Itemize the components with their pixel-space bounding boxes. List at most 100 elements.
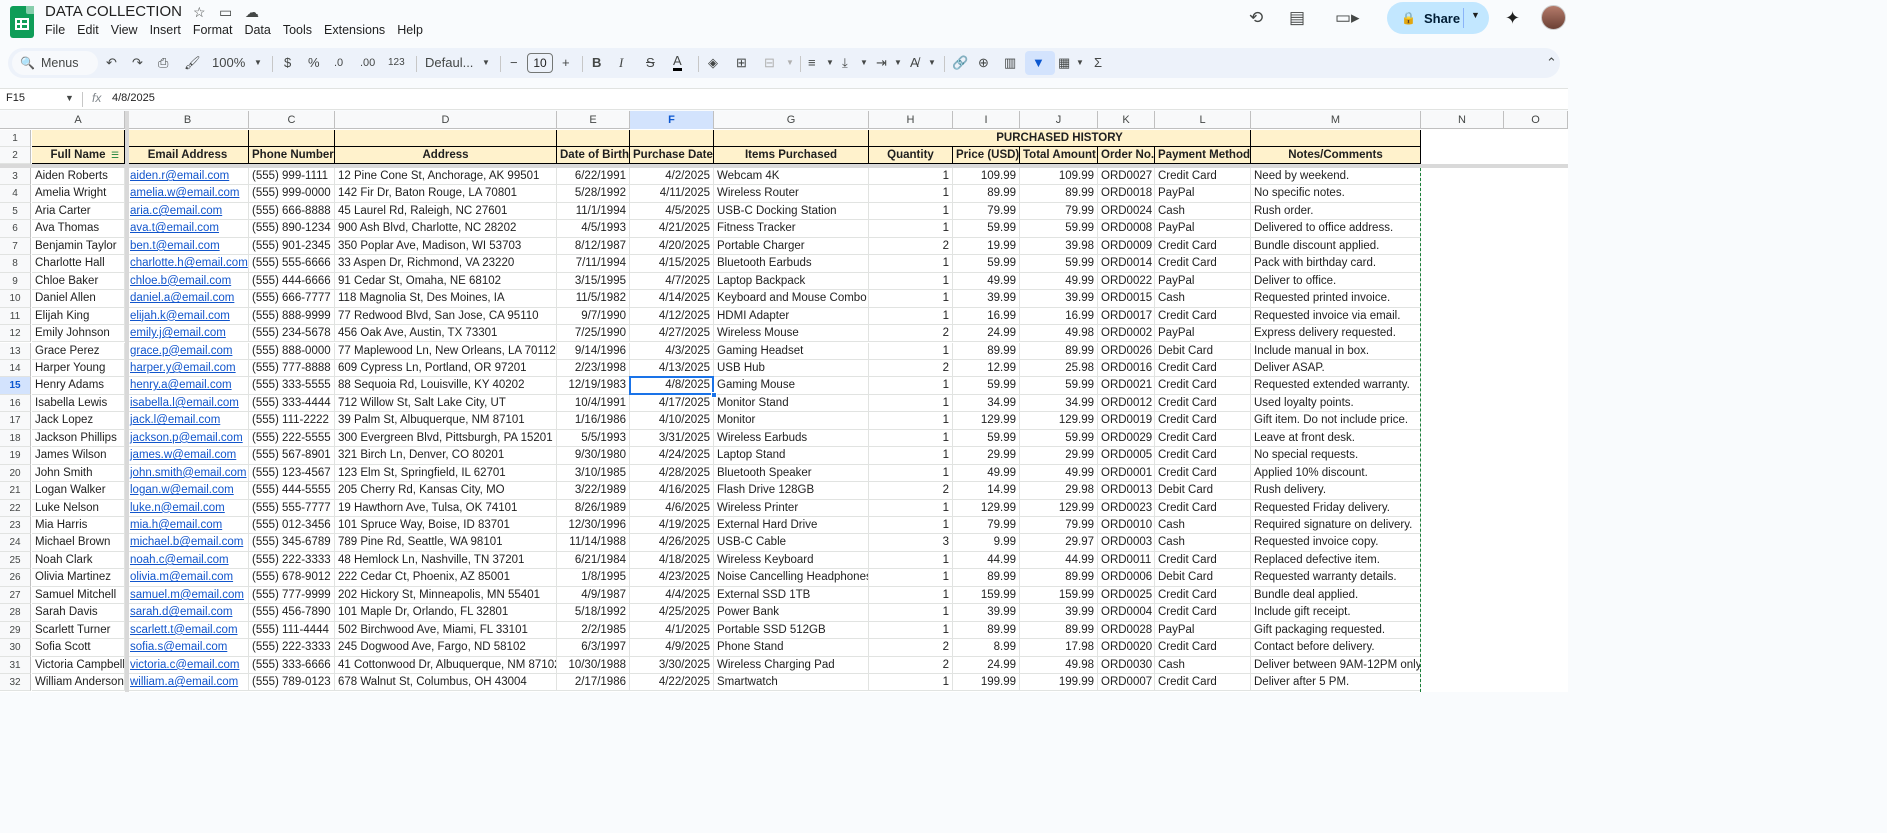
table-cell[interactable]: Cash	[1155, 534, 1251, 552]
paint-format-icon[interactable]: 🖌	[184, 54, 201, 72]
table-cell[interactable]: 1	[869, 342, 953, 360]
table-cell[interactable]: elijah.k@email.com	[127, 307, 249, 326]
table-cell[interactable]: Bundle discount applied.	[1251, 237, 1421, 256]
menu-insert[interactable]: Insert	[150, 23, 187, 37]
table-cell[interactable]: Requested extended warranty.	[1251, 377, 1421, 395]
table-cell[interactable]: Noise Cancelling Headphones	[714, 569, 869, 587]
table-cell[interactable]: Deliver to office.	[1251, 272, 1421, 291]
column-header-a[interactable]: A	[32, 111, 125, 129]
table-cell[interactable]: 6/3/1997	[557, 639, 630, 657]
table-cell[interactable]: Victoria Campbell	[32, 656, 125, 675]
table-cell[interactable]: Credit Card	[1155, 447, 1251, 465]
insert-chart-icon[interactable]: ▥	[1004, 54, 1016, 72]
table-cell[interactable]: Gift packaging requested.	[1251, 621, 1421, 640]
table-cell[interactable]: (555) 234-5678	[249, 325, 335, 343]
table-cell[interactable]: 109.99	[1020, 168, 1098, 186]
freeze-column-divider[interactable]	[125, 111, 129, 692]
table-cell[interactable]: 1	[869, 464, 953, 483]
table-cell[interactable]: 1	[869, 307, 953, 326]
table-cell[interactable]: grace.p@email.com	[127, 342, 249, 360]
column-header-j[interactable]: J	[1020, 111, 1098, 129]
table-cell[interactable]: Credit Card	[1155, 639, 1251, 657]
table-cell[interactable]: jackson.p@email.com	[127, 429, 249, 448]
table-cell[interactable]: 1	[869, 202, 953, 221]
table-cell[interactable]: ORD0004	[1098, 604, 1155, 622]
column-header-k[interactable]: K	[1098, 111, 1155, 129]
menu-data[interactable]: Data	[244, 23, 276, 37]
table-cell[interactable]: 4/19/2025	[630, 517, 714, 535]
table-cell[interactable]: ORD0013	[1098, 482, 1155, 500]
table-cell[interactable]: (555) 345-6789	[249, 534, 335, 552]
row-header-3[interactable]: 3	[0, 168, 31, 186]
table-cell[interactable]: Cash	[1155, 517, 1251, 535]
table-cell[interactable]: Credit Card	[1155, 255, 1251, 273]
table-cell[interactable]: 29.99	[953, 447, 1020, 465]
table-cell[interactable]: 45 Laurel Rd, Raleigh, NC 27601	[335, 202, 557, 221]
table-cell[interactable]: 79.99	[1020, 517, 1098, 535]
table-cell[interactable]: 17.98	[1020, 639, 1098, 657]
table-cell[interactable]: 456 Oak Ave, Austin, TX 73301	[335, 325, 557, 343]
row-header-6[interactable]: 6	[0, 220, 31, 238]
collapse-toolbar-icon[interactable]: ⌃	[1546, 54, 1557, 72]
table-cell[interactable]: 39.98	[1020, 237, 1098, 256]
sheets-logo-icon[interactable]	[10, 6, 34, 38]
table-cell[interactable]: (555) 999-0000	[249, 185, 335, 203]
row-header-20[interactable]: 20	[0, 464, 31, 483]
column-title-cell[interactable]: Payment Method	[1155, 147, 1251, 164]
table-cell[interactable]: 4/20/2025	[630, 237, 714, 256]
table-cell[interactable]: 900 Ash Blvd, Charlotte, NC 28202	[335, 220, 557, 238]
table-cell[interactable]: Cash	[1155, 656, 1251, 675]
table-cell[interactable]: ORD0011	[1098, 551, 1155, 570]
table-cell[interactable]: 4/27/2025	[630, 325, 714, 343]
column-title-cell[interactable]: Date of Birth	[557, 147, 630, 164]
table-cell[interactable]: 6/22/1991	[557, 168, 630, 186]
table-cell[interactable]: Bluetooth Speaker	[714, 464, 869, 483]
column-header-f[interactable]: F	[630, 111, 714, 129]
table-cell[interactable]: 4/13/2025	[630, 359, 714, 378]
row-header-24[interactable]: 24	[0, 534, 31, 552]
table-cell[interactable]: jack.l@email.com	[127, 412, 249, 430]
table-cell[interactable]: luke.n@email.com	[127, 499, 249, 517]
table-cell[interactable]: Rush order.	[1251, 202, 1421, 221]
table-cell[interactable]: Fitness Tracker	[714, 220, 869, 238]
table-cell[interactable]: 205 Cherry Rd, Kansas City, MO	[335, 482, 557, 500]
decrease-font-size-icon[interactable]: −	[510, 54, 518, 72]
table-cell[interactable]: 1	[869, 290, 953, 308]
meet-icon[interactable]: ▭▸	[1335, 8, 1360, 28]
table-cell[interactable]: Credit Card	[1155, 604, 1251, 622]
table-cell[interactable]: Deliver after 5 PM.	[1251, 674, 1421, 692]
row-header-16[interactable]: 16	[0, 394, 31, 413]
table-cell[interactable]: (555) 444-6666	[249, 272, 335, 291]
column-header-n[interactable]: N	[1421, 111, 1504, 129]
table-cell[interactable]: 101 Maple Dr, Orlando, FL 32801	[335, 604, 557, 622]
table-cell[interactable]: Smartwatch	[714, 674, 869, 692]
table-cell[interactable]: ORD0027	[1098, 168, 1155, 186]
table-cell[interactable]: 8.99	[953, 639, 1020, 657]
table-cell[interactable]: 8/26/1989	[557, 499, 630, 517]
table-cell[interactable]: 14.99	[953, 482, 1020, 500]
row-header-23[interactable]: 23	[0, 517, 31, 535]
table-cell[interactable]: Deliver between 9AM-12PM only.	[1251, 656, 1421, 675]
table-cell[interactable]: 4/25/2025	[630, 604, 714, 622]
table-cell[interactable]: Jack Lopez	[32, 412, 125, 430]
table-cell[interactable]: (555) 111-2222	[249, 412, 335, 430]
table-cell[interactable]: Elijah King	[32, 307, 125, 326]
row-header-17[interactable]: 17	[0, 412, 31, 430]
column-filter-icon[interactable]: ☰	[111, 150, 119, 161]
table-cell[interactable]: 1	[869, 674, 953, 692]
table-cell[interactable]: Phone Stand	[714, 639, 869, 657]
table-cell[interactable]: 9/7/1990	[557, 307, 630, 326]
table-cell[interactable]: ORD0007	[1098, 674, 1155, 692]
increase-font-size-icon[interactable]: +	[562, 54, 570, 72]
table-cell[interactable]: (555) 666-7777	[249, 290, 335, 308]
table-cell[interactable]: john.smith@email.com	[127, 464, 249, 483]
table-cell[interactable]: 33 Aspen Dr, Richmond, VA 23220	[335, 255, 557, 273]
table-cell[interactable]: (555) 890-1234	[249, 220, 335, 238]
table-cell[interactable]: scarlett.t@email.com	[127, 621, 249, 640]
table-cell[interactable]: 129.99	[1020, 412, 1098, 430]
table-cell[interactable]: PayPal	[1155, 272, 1251, 291]
table-cell[interactable]: USB Hub	[714, 359, 869, 378]
table-cell[interactable]: noah.c@email.com	[127, 551, 249, 570]
table-cell[interactable]: 24.99	[953, 656, 1020, 675]
table-cell[interactable]: ORD0002	[1098, 325, 1155, 343]
